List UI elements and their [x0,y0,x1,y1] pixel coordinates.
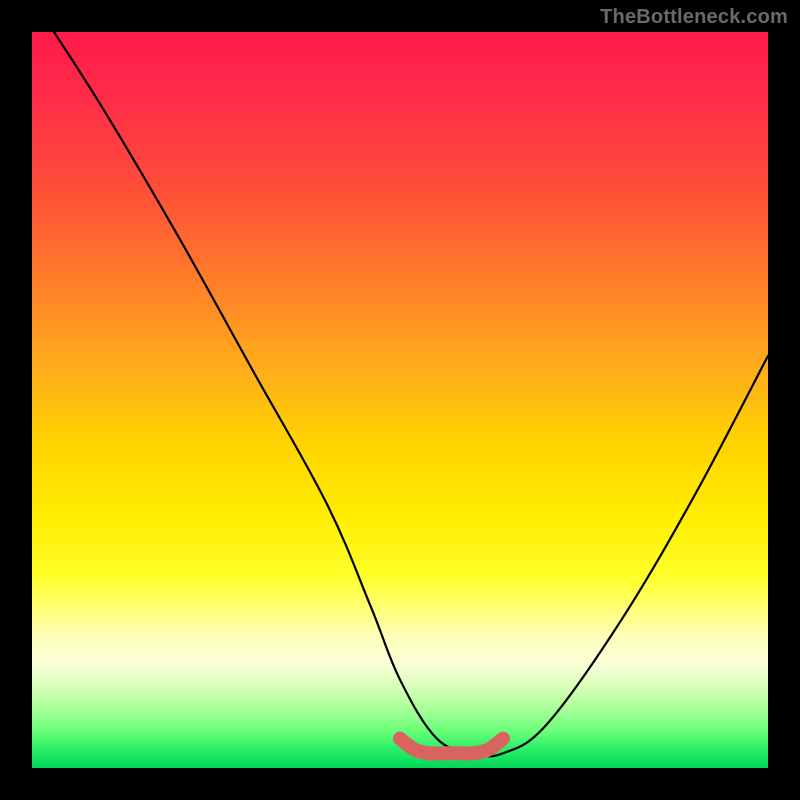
chart-container: TheBottleneck.com [0,0,800,800]
plot-area [32,32,768,768]
watermark-text: TheBottleneck.com [600,6,788,29]
optimal-range-marker [400,739,503,754]
bottleneck-curve [54,32,768,756]
chart-svg [32,32,768,768]
